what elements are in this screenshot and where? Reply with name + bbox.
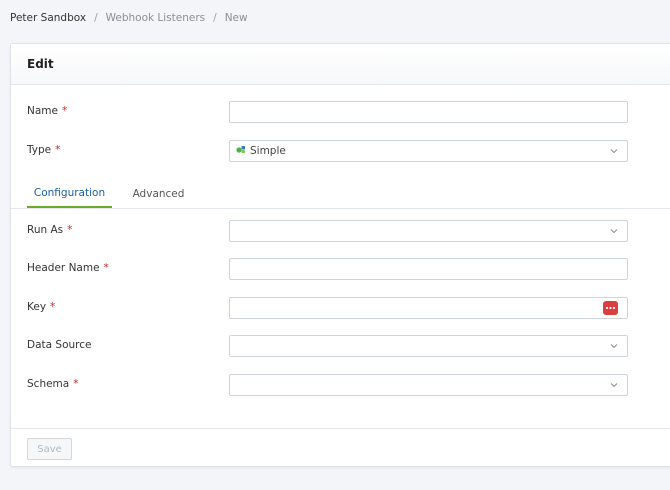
required-mark: * xyxy=(50,301,56,313)
edit-card: Edit Name * Type * Simple Configuration … xyxy=(10,43,670,467)
schema-label: Schema * xyxy=(27,378,79,390)
header-name-input[interactable] xyxy=(229,258,628,280)
simple-type-icon xyxy=(236,145,246,157)
key-row: Key * xyxy=(11,297,670,319)
chevron-down-icon xyxy=(609,226,619,239)
chevron-down-icon xyxy=(609,341,619,354)
breadcrumb-separator: / xyxy=(94,12,98,24)
breadcrumb-item-org[interactable]: Peter Sandbox xyxy=(10,12,86,24)
more-dots-icon[interactable] xyxy=(603,301,618,315)
chevron-down-icon xyxy=(609,380,619,393)
key-field[interactable] xyxy=(229,297,628,319)
type-row: Type * Simple xyxy=(11,140,670,162)
required-mark: * xyxy=(67,224,73,236)
key-label: Key * xyxy=(27,301,56,313)
type-select[interactable]: Simple xyxy=(229,140,628,162)
type-selected-value: Simple xyxy=(236,145,286,157)
schema-select[interactable] xyxy=(229,374,628,396)
name-label: Name * xyxy=(27,105,68,117)
card-header: Edit xyxy=(11,44,670,85)
breadcrumb-separator: / xyxy=(213,12,217,24)
header-name-label: Header Name * xyxy=(27,262,109,274)
required-mark: * xyxy=(73,378,79,390)
data-source-row: Data Source xyxy=(11,335,670,357)
run-as-label: Run As * xyxy=(27,224,73,236)
chevron-down-icon xyxy=(609,146,619,159)
run-as-row: Run As * xyxy=(11,220,670,242)
breadcrumb-item-current: New xyxy=(224,12,248,24)
schema-row: Schema * xyxy=(11,374,670,396)
tab-configuration[interactable]: Configuration xyxy=(27,180,112,208)
type-label: Type * xyxy=(27,144,61,156)
data-source-label: Data Source xyxy=(27,339,92,351)
header-name-row: Header Name * xyxy=(11,258,670,280)
name-input[interactable] xyxy=(229,101,628,123)
required-mark: * xyxy=(103,262,109,274)
run-as-select[interactable] xyxy=(229,220,628,242)
name-row: Name * xyxy=(11,101,670,123)
card-footer: Save xyxy=(11,428,670,469)
data-source-select[interactable] xyxy=(229,335,628,357)
required-mark: * xyxy=(61,105,68,117)
breadcrumb: Peter Sandbox / Webhook Listeners / New xyxy=(10,12,248,24)
tab-bar: Configuration Advanced xyxy=(11,180,670,209)
required-mark: * xyxy=(55,144,61,156)
save-button[interactable]: Save xyxy=(27,438,72,460)
card-title: Edit xyxy=(27,57,54,71)
tab-advanced[interactable]: Advanced xyxy=(121,180,196,207)
breadcrumb-item-webhook-listeners[interactable]: Webhook Listeners xyxy=(106,12,206,24)
